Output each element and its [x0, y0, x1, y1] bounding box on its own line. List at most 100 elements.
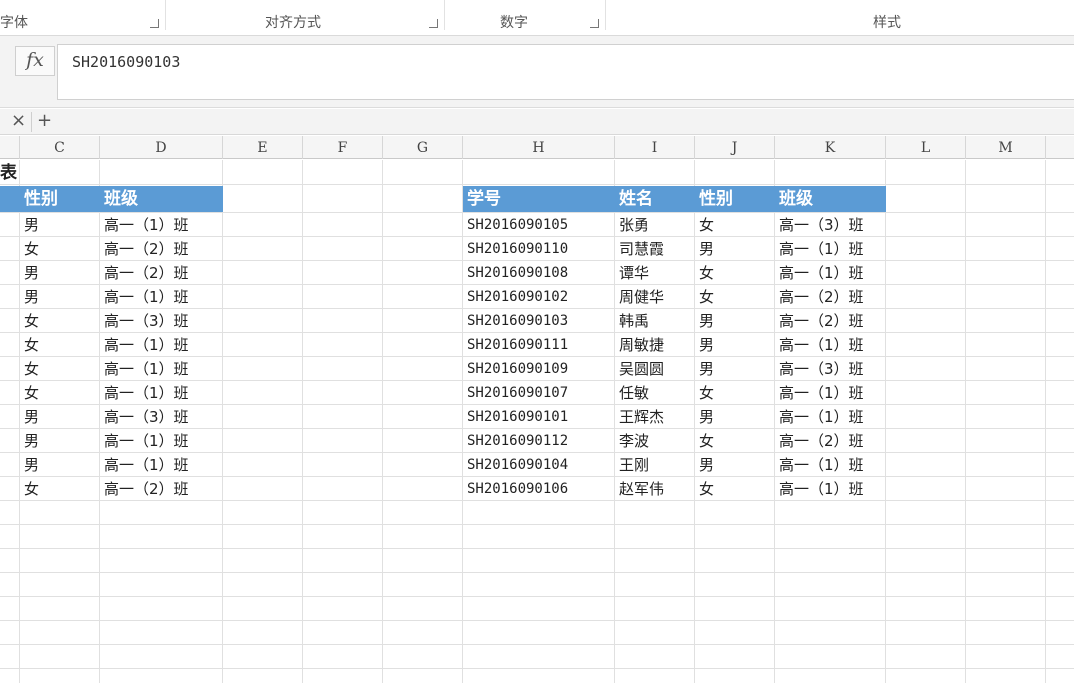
column-header-m[interactable]: M [966, 136, 1046, 159]
right-cell-name[interactable]: 任敏 [615, 381, 695, 404]
column-header-g[interactable]: G [383, 136, 463, 159]
right-cell-gender[interactable]: 男 [695, 333, 775, 356]
right-cell-gender[interactable]: 男 [695, 357, 775, 380]
right-cell-gender[interactable]: 男 [695, 237, 775, 260]
left-cell-class[interactable]: 高一（2）班 [100, 477, 223, 500]
add-sheet-icon[interactable]: + [37, 110, 52, 132]
right-cell-name[interactable]: 王辉杰 [615, 405, 695, 428]
right-cell-gender[interactable]: 男 [695, 309, 775, 332]
right-cell-class[interactable]: 高一（2）班 [775, 429, 886, 452]
right-header-student-id[interactable]: 学号 [463, 186, 615, 212]
left-cell-gender[interactable]: 男 [20, 213, 100, 236]
right-cell-class[interactable]: 高一（2）班 [775, 285, 886, 308]
left-cell-class[interactable]: 高一（1）班 [100, 333, 223, 356]
left-cell-gender[interactable]: 女 [20, 309, 100, 332]
spreadsheet-grid[interactable]: 表 性别 班级 学号 姓名 性别 班级 男 高一（1）班 女 高一（2）班 男 … [0, 160, 1074, 683]
right-cell-class[interactable]: 高一（1）班 [775, 261, 886, 284]
right-cell-student-id[interactable]: SH2016090112 [463, 429, 615, 452]
left-cell-class[interactable]: 高一（3）班 [100, 309, 223, 332]
right-cell-name[interactable]: 赵军伟 [615, 477, 695, 500]
left-cell-class[interactable]: 高一（1）班 [100, 357, 223, 380]
close-tab-icon[interactable]: × [11, 110, 26, 132]
left-cell-gender[interactable]: 女 [20, 357, 100, 380]
right-cell-gender[interactable]: 女 [695, 381, 775, 404]
left-cell-gender[interactable]: 男 [20, 405, 100, 428]
right-cell-student-id[interactable]: SH2016090101 [463, 405, 615, 428]
left-cell-class[interactable]: 高一（1）班 [100, 429, 223, 452]
column-header-partial[interactable] [1046, 136, 1074, 159]
right-cell-class[interactable]: 高一（1）班 [775, 237, 886, 260]
right-cell-gender[interactable]: 女 [695, 477, 775, 500]
right-cell-student-id[interactable]: SH2016090109 [463, 357, 615, 380]
left-cell-gender[interactable]: 女 [20, 333, 100, 356]
right-cell-class[interactable]: 高一（1）班 [775, 381, 886, 404]
right-cell-name[interactable]: 王刚 [615, 453, 695, 476]
right-cell-gender[interactable]: 男 [695, 453, 775, 476]
right-cell-student-id[interactable]: SH2016090105 [463, 213, 615, 236]
insert-function-button[interactable]: fx [15, 46, 55, 76]
right-cell-student-id[interactable]: SH2016090106 [463, 477, 615, 500]
right-cell-student-id[interactable]: SH2016090107 [463, 381, 615, 404]
right-cell-student-id[interactable]: SH2016090110 [463, 237, 615, 260]
column-header-e[interactable]: E [223, 136, 303, 159]
left-cell-class[interactable]: 高一（1）班 [100, 285, 223, 308]
right-cell-gender[interactable]: 男 [695, 405, 775, 428]
column-header-partial[interactable] [0, 136, 20, 159]
right-cell-gender[interactable]: 女 [695, 213, 775, 236]
formula-input[interactable]: SH2016090103 [57, 44, 1074, 100]
left-cell-gender[interactable]: 男 [20, 429, 100, 452]
right-header-class[interactable]: 班级 [775, 186, 886, 212]
left-cell-class[interactable]: 高一（3）班 [100, 405, 223, 428]
right-cell-class[interactable]: 高一（1）班 [775, 333, 886, 356]
column-header-d[interactable]: D [100, 136, 223, 159]
column-header-k[interactable]: K [775, 136, 886, 159]
left-cell-gender[interactable]: 女 [20, 477, 100, 500]
right-cell-gender[interactable]: 女 [695, 429, 775, 452]
column-header-j[interactable]: J [695, 136, 775, 159]
column-header-l[interactable]: L [886, 136, 966, 159]
left-header-gender[interactable]: 性别 [20, 186, 100, 212]
right-cell-name[interactable]: 谭华 [615, 261, 695, 284]
right-cell-student-id[interactable]: SH2016090102 [463, 285, 615, 308]
right-cell-class[interactable]: 高一（2）班 [775, 309, 886, 332]
column-header-i[interactable]: I [615, 136, 695, 159]
right-cell-gender[interactable]: 女 [695, 261, 775, 284]
left-table-header-partial[interactable] [0, 186, 20, 212]
right-cell-class[interactable]: 高一（3）班 [775, 213, 886, 236]
right-cell-student-id[interactable]: SH2016090104 [463, 453, 615, 476]
right-cell-name[interactable]: 吴圆圆 [615, 357, 695, 380]
right-cell-name[interactable]: 周健华 [615, 285, 695, 308]
right-cell-student-id[interactable]: SH2016090103 [463, 309, 615, 332]
right-cell-student-id[interactable]: SH2016090108 [463, 261, 615, 284]
column-header-f[interactable]: F [303, 136, 383, 159]
right-cell-name[interactable]: 张勇 [615, 213, 695, 236]
right-header-gender[interactable]: 性别 [695, 186, 775, 212]
right-cell-class[interactable]: 高一（1）班 [775, 453, 886, 476]
left-cell-class[interactable]: 高一（1）班 [100, 453, 223, 476]
right-cell-name[interactable]: 韩禹 [615, 309, 695, 332]
left-cell-class[interactable]: 高一（1）班 [100, 381, 223, 404]
left-cell-gender[interactable]: 女 [20, 381, 100, 404]
left-cell-class[interactable]: 高一（1）班 [100, 213, 223, 236]
left-cell-gender[interactable]: 男 [20, 285, 100, 308]
column-header-h[interactable]: H [463, 136, 615, 159]
left-cell-gender[interactable]: 女 [20, 237, 100, 260]
left-header-class[interactable]: 班级 [100, 186, 223, 212]
right-cell-class[interactable]: 高一（1）班 [775, 405, 886, 428]
left-cell-class[interactable]: 高一（2）班 [100, 261, 223, 284]
left-cell-class[interactable]: 高一（2）班 [100, 237, 223, 260]
right-cell-student-id[interactable]: SH2016090111 [463, 333, 615, 356]
right-header-name[interactable]: 姓名 [615, 186, 695, 212]
right-cell-class[interactable]: 高一（1）班 [775, 477, 886, 500]
right-cell-name[interactable]: 周敏捷 [615, 333, 695, 356]
right-cell-name[interactable]: 李波 [615, 429, 695, 452]
right-cell-class[interactable]: 高一（3）班 [775, 357, 886, 380]
alignment-dialog-launcher-icon[interactable] [429, 19, 438, 28]
right-cell-gender[interactable]: 女 [695, 285, 775, 308]
font-dialog-launcher-icon[interactable] [150, 19, 159, 28]
right-cell-name[interactable]: 司慧霞 [615, 237, 695, 260]
left-cell-gender[interactable]: 男 [20, 261, 100, 284]
left-cell-gender[interactable]: 男 [20, 453, 100, 476]
column-header-c[interactable]: C [20, 136, 100, 159]
number-dialog-launcher-icon[interactable] [590, 19, 599, 28]
